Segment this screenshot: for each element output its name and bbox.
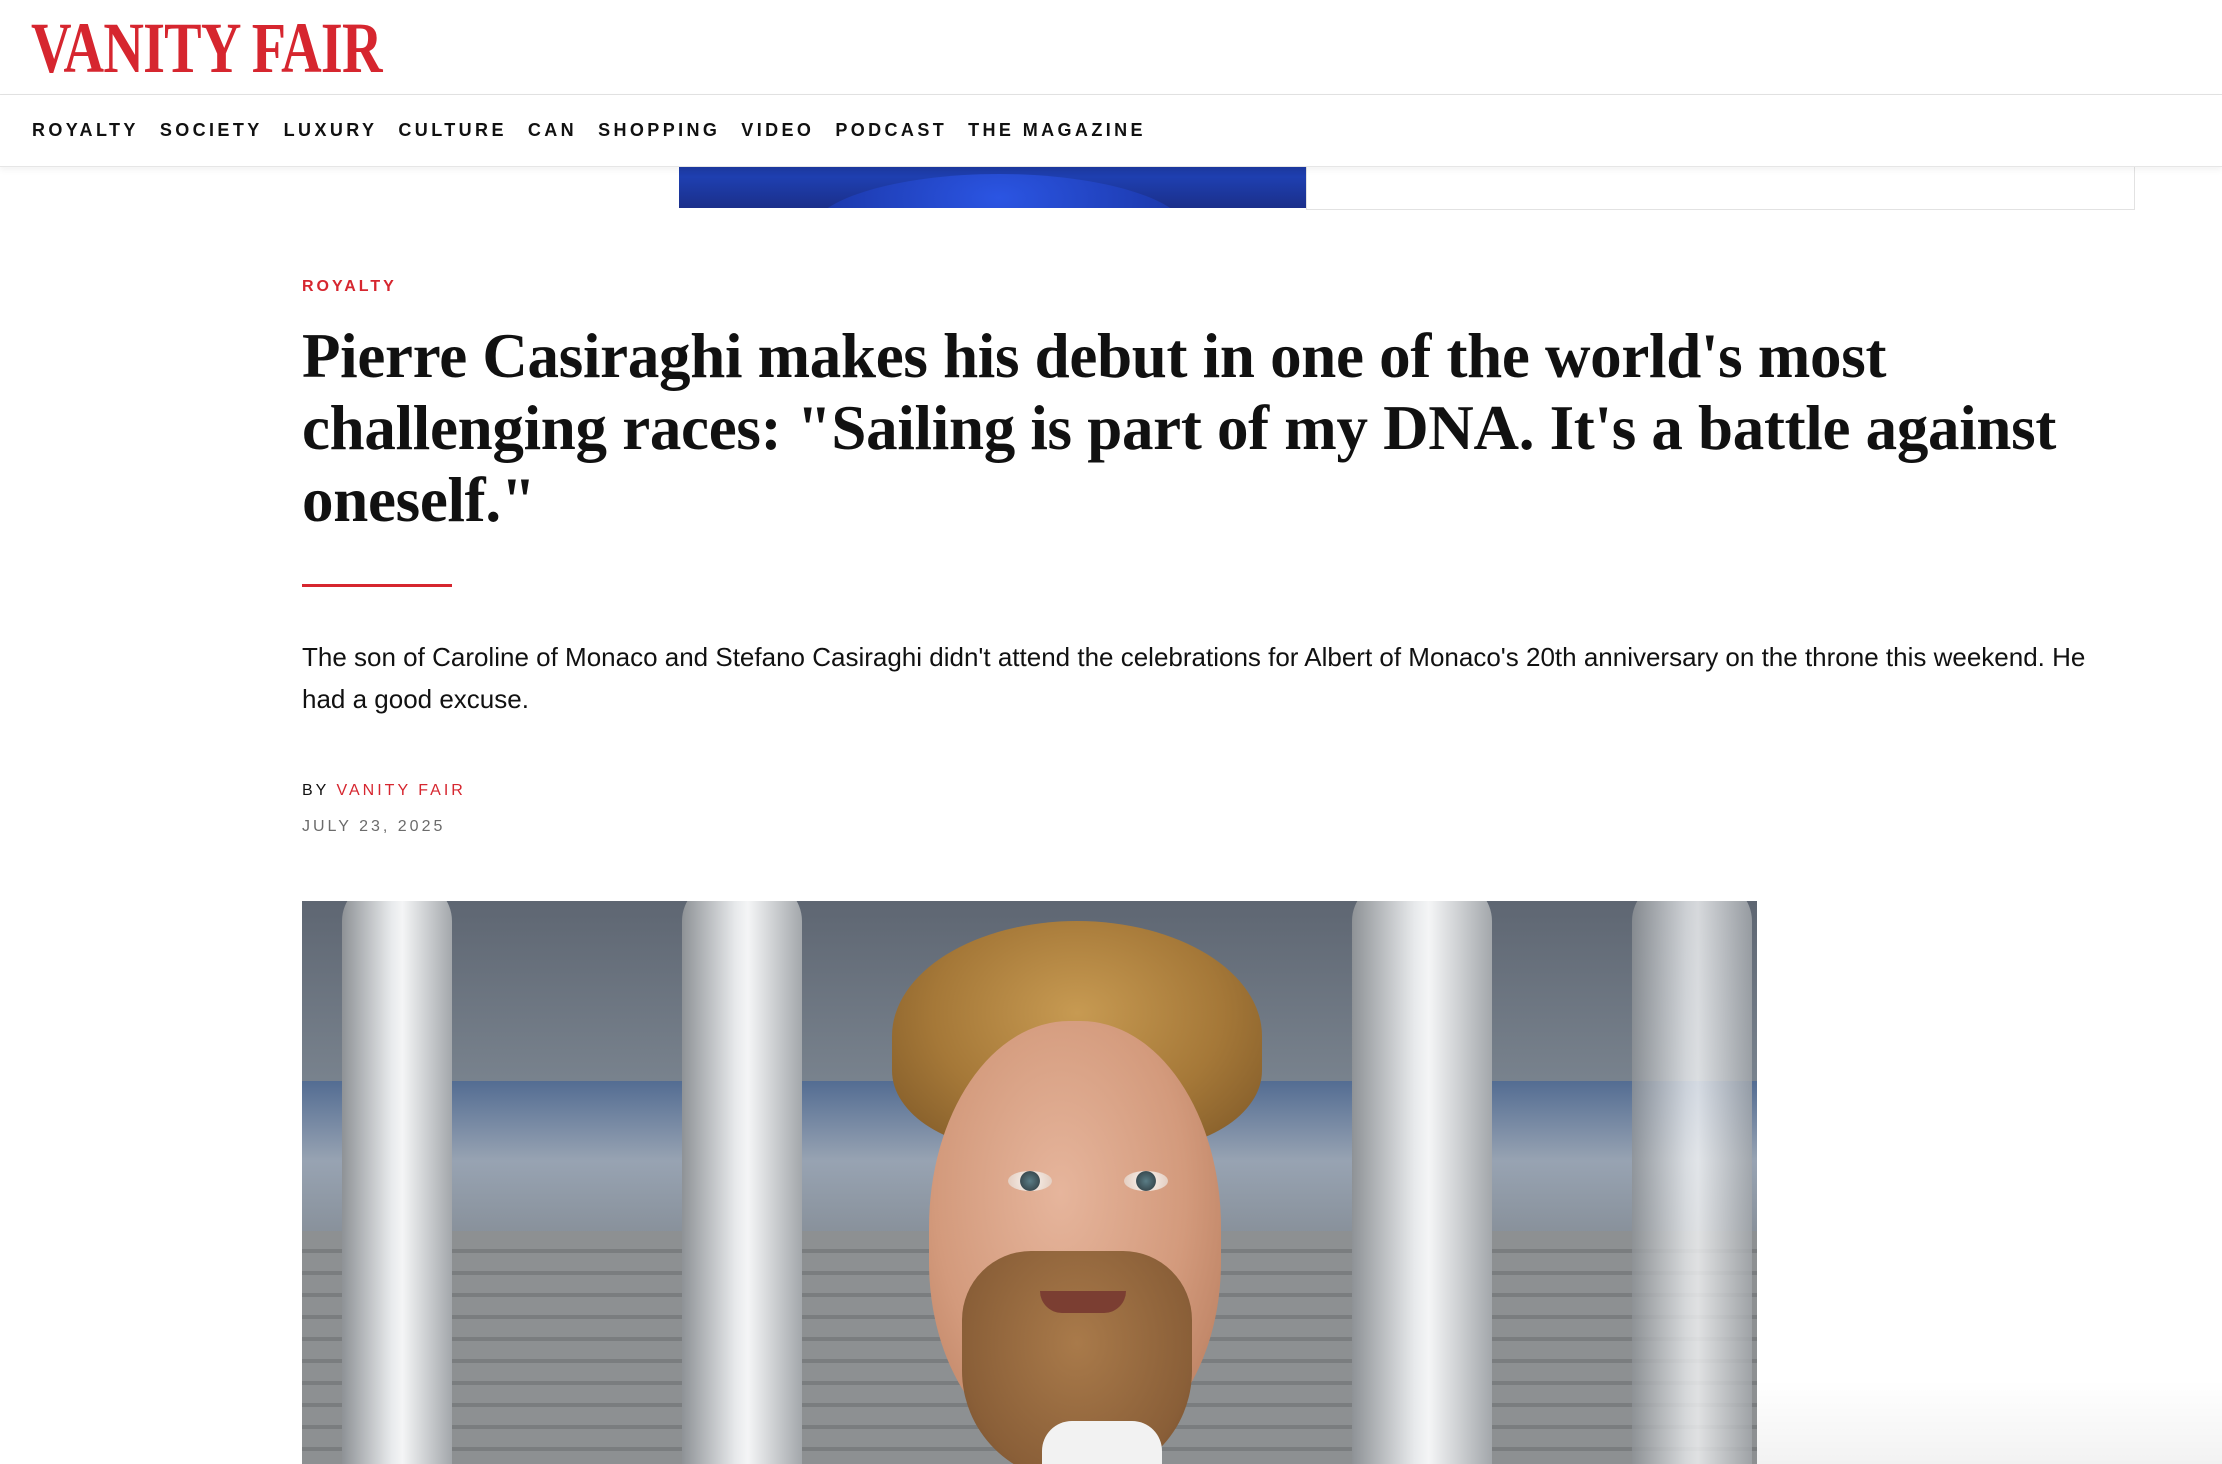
headline-divider bbox=[302, 584, 452, 587]
nav-item-video[interactable]: VIDEO bbox=[741, 120, 814, 141]
nav-item-society[interactable]: SOCIETY bbox=[160, 120, 263, 141]
article-dek: The son of Caroline of Monaco and Stefan… bbox=[302, 642, 2086, 714]
main-navigation: ROYALTY SOCIETY LUXURY CULTURE CAN SHOPP… bbox=[0, 95, 2222, 167]
publish-date: JULY 23, 2025 bbox=[302, 818, 446, 835]
hero-photo-eye bbox=[1008, 1171, 1052, 1191]
hero-photo-pillar bbox=[1352, 901, 1492, 1464]
hero-photo-mouth bbox=[1040, 1291, 1126, 1313]
nav-item-the-magazine[interactable]: THE MAGAZINE bbox=[968, 120, 1146, 141]
article-headline: Pierre Casiraghi makes his debut in one … bbox=[302, 321, 2057, 535]
article-rubric[interactable]: ROYALTY bbox=[302, 278, 397, 296]
site-header: VANITY FAIR bbox=[0, 0, 2222, 95]
hero-photo bbox=[302, 901, 1757, 1464]
site-logo[interactable]: VANITY FAIR bbox=[31, 8, 383, 88]
nav-item-culture[interactable]: CULTURE bbox=[398, 120, 506, 141]
nav-item-can[interactable]: CAN bbox=[528, 120, 577, 141]
hero-photo-pillar bbox=[682, 901, 802, 1464]
page-shadow bbox=[1757, 1380, 2222, 1464]
byline-author-link[interactable]: VANITY FAIR bbox=[337, 782, 466, 799]
hero-photo-shirt bbox=[1042, 1421, 1162, 1464]
nav-list: ROYALTY SOCIETY LUXURY CULTURE CAN SHOPP… bbox=[32, 95, 1167, 166]
nav-item-royalty[interactable]: ROYALTY bbox=[32, 120, 139, 141]
hero-photo-pillar bbox=[342, 901, 452, 1464]
nav-item-luxury[interactable]: LUXURY bbox=[284, 120, 378, 141]
promo-image-figure bbox=[809, 174, 1189, 208]
hero-photo-eye bbox=[1124, 1171, 1168, 1191]
byline: BY VANITY FAIR bbox=[302, 782, 466, 800]
hero-photo-pillar bbox=[1632, 901, 1752, 1464]
byline-prefix: BY bbox=[302, 782, 330, 799]
nav-item-podcast[interactable]: PODCAST bbox=[835, 120, 947, 141]
nav-item-shopping[interactable]: SHOPPING bbox=[598, 120, 720, 141]
